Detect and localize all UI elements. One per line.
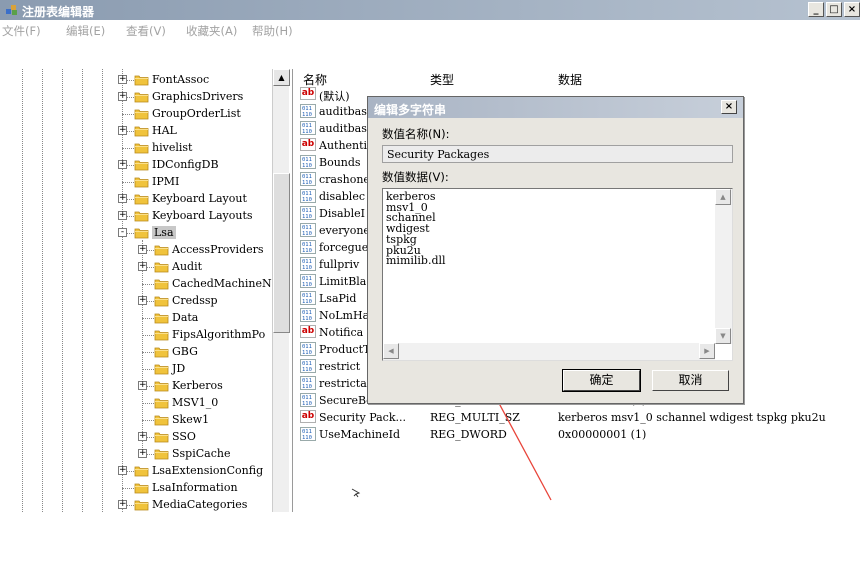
ok-button[interactable]: 确定 bbox=[562, 369, 641, 392]
value-name-label: 数值名称(N): bbox=[382, 127, 450, 141]
data-horizontal-scrollbar[interactable]: ◀ ▶ bbox=[383, 343, 715, 360]
cancel-button[interactable]: 取消 bbox=[652, 370, 729, 391]
value-name-field[interactable]: Security Packages bbox=[382, 145, 733, 163]
scroll-left-icon[interactable]: ◀ bbox=[383, 343, 399, 359]
multistring-line: mimilib.dll bbox=[386, 254, 446, 268]
value-data-textarea[interactable]: kerberos msv1_0 schannel wdigest tspkg pku2u m… bbox=[382, 188, 733, 361]
mouse-cursor-icon bbox=[351, 488, 361, 498]
scroll-right-icon[interactable]: ▶ bbox=[699, 343, 715, 359]
data-vertical-scrollbar[interactable]: ▲ ▼ bbox=[715, 189, 732, 344]
scroll-up-icon[interactable]: ▲ bbox=[715, 189, 731, 205]
edit-multistring-dialog: 编辑多字符串 × 数值名称(N): Security Packages 数值数据… bbox=[367, 96, 744, 404]
dialog-close-button[interactable]: × bbox=[721, 100, 737, 114]
value-data-label: 数值数据(V): bbox=[382, 170, 449, 184]
scroll-down-icon[interactable]: ▼ bbox=[715, 328, 731, 344]
dialog-title: 编辑多字符串 bbox=[374, 103, 447, 117]
dialog-title-bar[interactable]: 编辑多字符串 × bbox=[368, 97, 743, 118]
